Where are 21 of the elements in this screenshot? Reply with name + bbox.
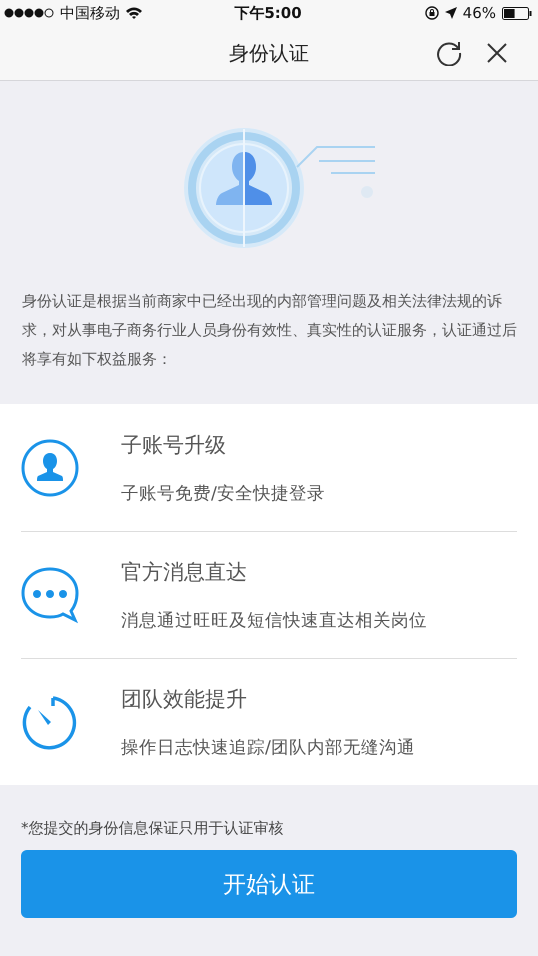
benefit-description: 子账号免费/安全快捷登录 [121,482,325,504]
chat-bubble-icon [21,566,79,624]
refresh-button[interactable] [436,40,462,66]
person-icon [21,438,79,496]
intro-paragraph: 身份认证是根据当前商家中已经出现的内部管理问题及相关法律法规的诉求，对从事电子商务行业人员身份有效性、真实性的认证服务，认证通过后将享有如下权益服务： [21,291,518,370]
page-title: 身份认证 [229,40,309,66]
battery-percent: 46% [462,4,496,22]
location-arrow-icon [444,7,457,19]
privacy-note: *您提交的身份信息保证只用于认证审核 [21,819,284,838]
benefit-title: 子账号升级 [121,432,227,458]
rotation-lock-icon [424,6,439,20]
start-verification-button[interactable]: 开始认证 [21,850,517,918]
clock-time: 下午5:00 [234,4,302,22]
wifi-icon [126,7,142,19]
benefit-title: 团队效能提升 [121,686,248,713]
benefit-title: 官方消息直达 [121,559,248,586]
battery-icon [502,6,532,20]
signal-icon [4,8,54,18]
carrier-name: 中国移动 [60,4,120,22]
benefit-description: 操作日志快速追踪/团队内部无缝沟通 [121,737,415,759]
benefit-description: 消息通过旺旺及短信快速直达相关岗位 [121,610,427,632]
